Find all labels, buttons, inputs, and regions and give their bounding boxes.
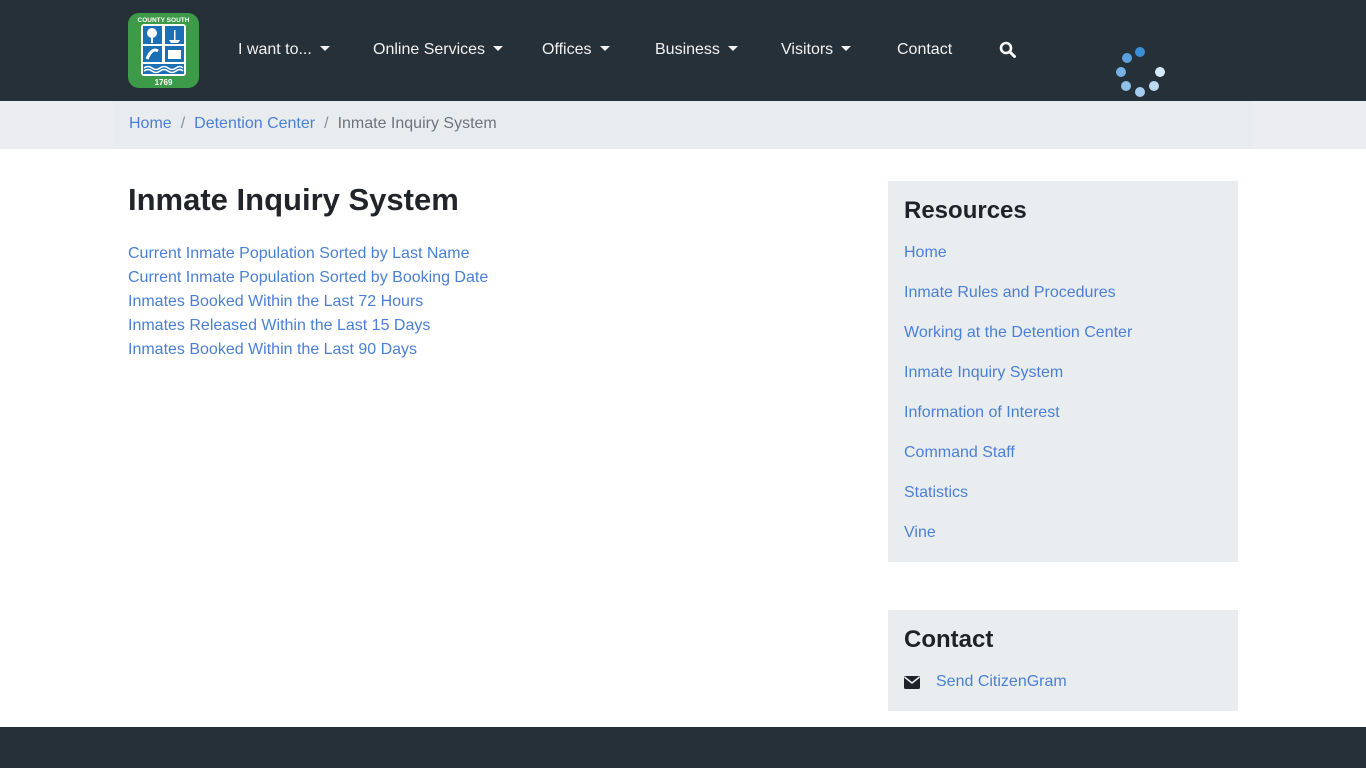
- link-booked-last-90-days[interactable]: Inmates Booked Within the Last 90 Days: [128, 341, 417, 358]
- resource-link-home[interactable]: Home: [904, 244, 947, 261]
- nav-offices[interactable]: Offices: [542, 40, 610, 60]
- search-button[interactable]: [999, 41, 1017, 59]
- nav-label: Business: [655, 41, 720, 58]
- link-released-last-15-days[interactable]: Inmates Released Within the Last 15 Days: [128, 317, 430, 334]
- nav-i-want-to[interactable]: I want to...: [238, 40, 330, 60]
- county-logo[interactable]: 1769 COUNTY SOUTH: [128, 13, 199, 88]
- link-population-by-last-name[interactable]: Current Inmate Population Sorted by Last…: [128, 245, 470, 262]
- nav-label: Contact: [897, 41, 953, 58]
- envelope-icon: [904, 676, 920, 689]
- list-item: Current Inmate Population Sorted by Book…: [128, 268, 488, 292]
- navbar: 1769 COUNTY SOUTH I want to... Online Se…: [0, 0, 1366, 101]
- resources-card: Resources Home Inmate Rules and Procedur…: [888, 181, 1238, 562]
- breadcrumb-detention-center[interactable]: Detention Center: [194, 115, 315, 132]
- nav-online-services[interactable]: Online Services: [373, 40, 504, 60]
- resource-link-information[interactable]: Information of Interest: [904, 404, 1060, 421]
- list-item: Information of Interest: [904, 403, 1132, 443]
- list-item: Inmate Inquiry System: [904, 363, 1132, 403]
- loading-spinner-icon: [1112, 44, 1168, 100]
- nav-label: Offices: [542, 41, 592, 58]
- nav-label: Visitors: [781, 41, 834, 58]
- svg-text:COUNTY SOUTH: COUNTY SOUTH: [138, 17, 190, 24]
- list-item: Inmates Booked Within the Last 72 Hours: [128, 292, 488, 316]
- list-item: Inmates Released Within the Last 15 Days: [128, 316, 488, 340]
- caret-down-icon: [841, 45, 852, 51]
- resources-title: Resources: [904, 197, 1027, 224]
- list-item: Inmate Rules and Procedures: [904, 283, 1132, 323]
- resource-link-vine[interactable]: Vine: [904, 524, 936, 541]
- list-item: Statistics: [904, 483, 1132, 523]
- caret-down-icon: [493, 45, 504, 51]
- breadcrumb: Home / Detention Center / Inmate Inquiry Sys…: [129, 114, 497, 134]
- breadcrumb-home[interactable]: Home: [129, 115, 172, 132]
- list-item: Vine: [904, 523, 1132, 563]
- resource-link-command-staff[interactable]: Command Staff: [904, 444, 1015, 461]
- county-seal-icon: 1769 COUNTY SOUTH: [128, 13, 199, 88]
- breadcrumb-separator: /: [180, 115, 186, 132]
- list-item: Inmates Booked Within the Last 90 Days: [128, 340, 488, 364]
- nav-label: I want to...: [238, 41, 312, 58]
- link-population-by-booking-date[interactable]: Current Inmate Population Sorted by Book…: [128, 269, 488, 286]
- resource-link-working[interactable]: Working at the Detention Center: [904, 324, 1132, 341]
- resource-link-statistics[interactable]: Statistics: [904, 484, 968, 501]
- send-citizengram-link[interactable]: Send CitizenGram: [936, 672, 1067, 692]
- caret-down-icon: [319, 45, 330, 51]
- list-item: Working at the Detention Center: [904, 323, 1132, 363]
- breadcrumb-separator: /: [324, 115, 329, 132]
- breadcrumb-current: Inmate Inquiry System: [337, 115, 497, 132]
- list-item: Command Staff: [904, 443, 1132, 483]
- resources-list: Home Inmate Rules and Procedures Working…: [904, 243, 1132, 563]
- nav-business[interactable]: Business: [655, 40, 738, 60]
- nav-label: Online Services: [373, 41, 486, 58]
- footer: [0, 727, 1366, 768]
- resource-link-rules[interactable]: Inmate Rules and Procedures: [904, 284, 1116, 301]
- list-item: Home: [904, 243, 1132, 283]
- search-icon: [999, 41, 1016, 58]
- resource-link-inquiry-system[interactable]: Inmate Inquiry System: [904, 364, 1063, 381]
- list-item: Current Inmate Population Sorted by Last…: [128, 244, 488, 268]
- inquiry-links: Current Inmate Population Sorted by Last…: [128, 244, 488, 364]
- page-title: Inmate Inquiry System: [128, 182, 459, 217]
- caret-down-icon: [599, 45, 610, 51]
- contact-card: Contact Send CitizenGram: [888, 610, 1238, 711]
- nav-contact[interactable]: Contact: [897, 40, 952, 60]
- caret-down-icon: [727, 45, 738, 51]
- link-booked-last-72-hours[interactable]: Inmates Booked Within the Last 72 Hours: [128, 293, 423, 310]
- nav-visitors[interactable]: Visitors: [781, 40, 852, 60]
- svg-text:1769: 1769: [155, 78, 173, 87]
- contact-title: Contact: [904, 626, 994, 653]
